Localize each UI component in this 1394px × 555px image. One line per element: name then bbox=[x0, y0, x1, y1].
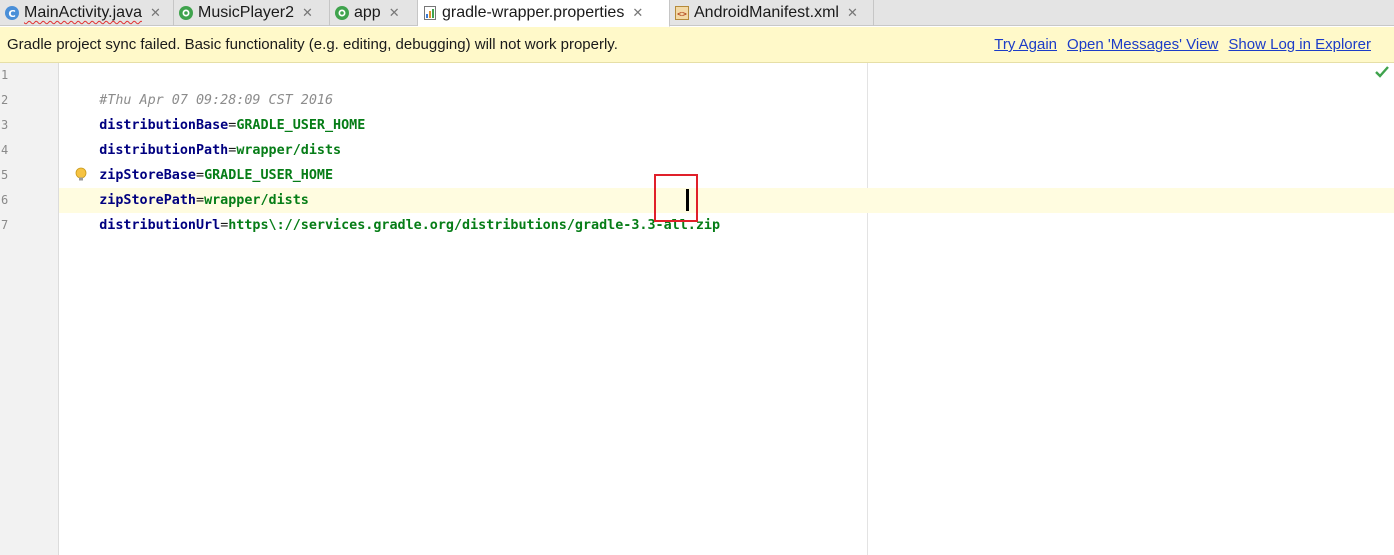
code-line-2[interactable]: distributionBase=GRADLE_USER_HOME bbox=[67, 88, 365, 133]
svg-text:C: C bbox=[8, 9, 15, 20]
line-number: 4 bbox=[1, 143, 9, 157]
tab-gradle-wrapper-properties[interactable]: gradle-wrapper.properties ✕ bbox=[418, 0, 670, 27]
close-icon[interactable]: ✕ bbox=[632, 6, 643, 21]
text-caret bbox=[686, 189, 689, 211]
open-messages-view-link[interactable]: Open 'Messages' View bbox=[1067, 36, 1218, 53]
code-line-6[interactable]: distributionUrl=https\://services.gradle… bbox=[67, 188, 720, 233]
banner-links: Try Again Open 'Messages' View Show Log … bbox=[994, 36, 1371, 53]
line-number: 5 bbox=[1, 168, 9, 182]
close-icon[interactable]: ✕ bbox=[150, 6, 161, 21]
right-margin-guide bbox=[867, 63, 868, 555]
lightbulb-icon[interactable] bbox=[74, 167, 88, 183]
tab-label: MainActivity.java bbox=[24, 4, 142, 21]
checkmark-icon[interactable] bbox=[1374, 65, 1390, 79]
line-number: 7 bbox=[1, 218, 9, 232]
code-line-1[interactable]: #Thu Apr 07 09:28:09 CST 2016 bbox=[67, 63, 333, 108]
tab-label: app bbox=[354, 4, 381, 21]
close-icon[interactable]: ✕ bbox=[847, 6, 858, 21]
code-line-3[interactable]: distributionPath=wrapper/dists bbox=[67, 113, 341, 158]
gradle-module-icon bbox=[334, 5, 350, 21]
code-line-5[interactable]: zipStorePath=wrapper/dists bbox=[67, 163, 309, 208]
svg-text:<>: <> bbox=[677, 10, 687, 19]
line-number: 2 bbox=[1, 93, 9, 107]
property-key: distributionUrl bbox=[99, 218, 221, 233]
code-editor[interactable]: 1 2 3 4 5 6 7 #Thu Apr 07 09:28:09 CST 2… bbox=[0, 63, 1394, 555]
tab-label: gradle-wrapper.properties bbox=[442, 4, 625, 21]
line-number: 3 bbox=[1, 118, 9, 132]
line-number: 1 bbox=[1, 68, 9, 82]
banner-message: Gradle project sync failed. Basic functi… bbox=[7, 36, 618, 53]
line-number-gutter[interactable]: 1 2 3 4 5 6 7 bbox=[0, 63, 59, 555]
gradle-module-icon bbox=[178, 5, 194, 21]
close-icon[interactable]: ✕ bbox=[389, 6, 400, 21]
tab-app[interactable]: app ✕ bbox=[330, 0, 418, 26]
editor-tab-bar: C MainActivity.java ✕ MusicPlayer2 ✕ app… bbox=[0, 0, 1394, 27]
tab-musicplayer2[interactable]: MusicPlayer2 ✕ bbox=[174, 0, 330, 26]
line-number: 6 bbox=[1, 193, 9, 207]
tab-label: AndroidManifest.xml bbox=[694, 4, 839, 21]
close-icon[interactable]: ✕ bbox=[302, 6, 313, 21]
red-highlight-box bbox=[654, 174, 698, 222]
xml-file-icon: <> bbox=[674, 5, 690, 21]
sync-failed-banner: Gradle project sync failed. Basic functi… bbox=[0, 27, 1394, 63]
property-value: https\://services.gradle.org/distributio… bbox=[228, 218, 721, 233]
code-line-4[interactable]: zipStoreBase=GRADLE_USER_HOME bbox=[67, 138, 333, 183]
properties-file-icon bbox=[422, 5, 438, 21]
show-log-in-explorer-link[interactable]: Show Log in Explorer bbox=[1228, 36, 1371, 53]
tab-main-activity[interactable]: C MainActivity.java ✕ bbox=[0, 0, 174, 26]
try-again-link[interactable]: Try Again bbox=[994, 36, 1057, 53]
tab-android-manifest[interactable]: <> AndroidManifest.xml ✕ bbox=[670, 0, 874, 26]
java-class-icon: C bbox=[4, 5, 20, 21]
tab-label: MusicPlayer2 bbox=[198, 4, 295, 21]
